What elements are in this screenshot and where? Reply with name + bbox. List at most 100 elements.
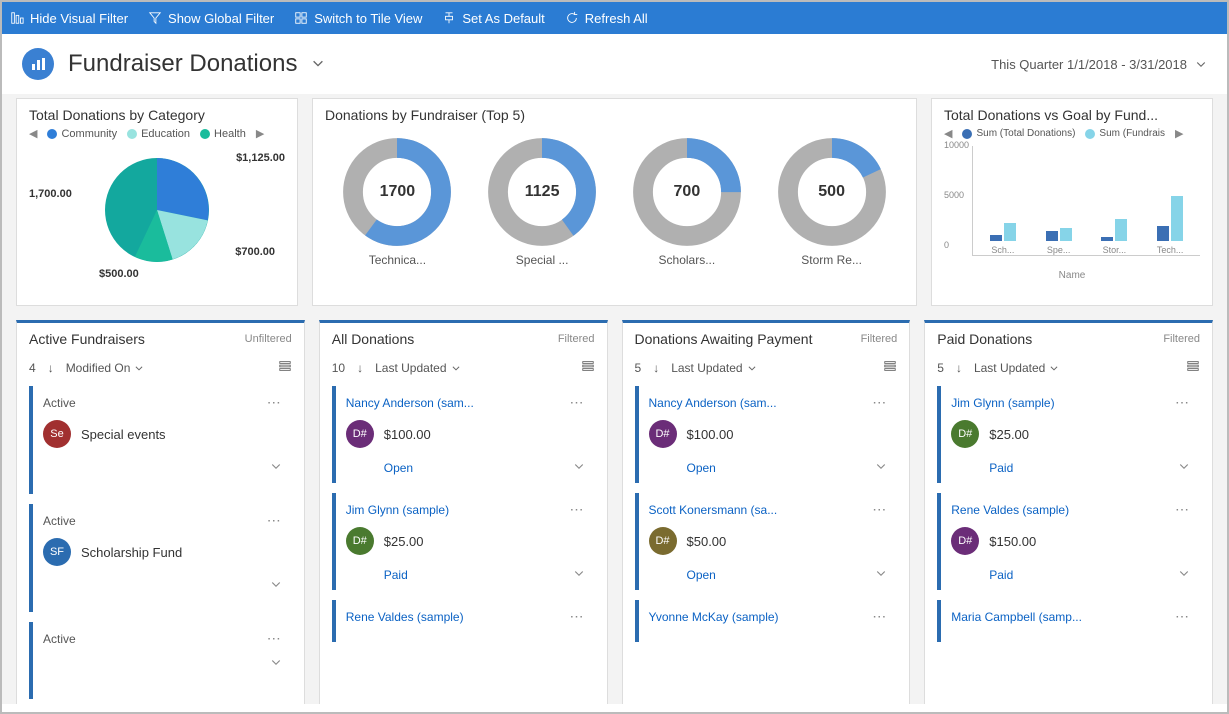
filter-state: Filtered (558, 333, 595, 345)
state-link[interactable]: Open (346, 461, 413, 475)
donor-link[interactable]: Rene Valdes (sample) (346, 610, 585, 624)
state-link[interactable]: Open (649, 568, 716, 582)
donor-link[interactable]: Yvonne McKay (sample) (649, 610, 888, 624)
card-donations-by-fundraiser[interactable]: Donations by Fundraiser (Top 5) 1700 Tec… (312, 98, 917, 306)
more-icon[interactable]: ⋯ (872, 608, 887, 625)
donut[interactable]: 1700 Technica... (342, 137, 452, 267)
date-range-picker[interactable]: This Quarter 1/1/2018 - 3/31/2018 (991, 57, 1207, 72)
sort-button[interactable]: Last Updated (974, 361, 1059, 375)
donor-link[interactable]: Jim Glynn (sample) (346, 503, 585, 517)
bar-chart: Sch... Spe... Stor... Tech... (972, 146, 1200, 256)
chevron-down-icon[interactable] (1178, 460, 1190, 475)
legend-prev[interactable]: ◀ (29, 127, 37, 140)
legend-next[interactable]: ▶ (1175, 127, 1183, 140)
card-title: Total Donations vs Goal by Fund... (944, 107, 1200, 123)
more-icon[interactable]: ⋯ (872, 394, 887, 411)
chevron-down-icon[interactable] (573, 460, 585, 475)
more-icon[interactable]: ⋯ (570, 394, 585, 411)
count: 5 (937, 361, 944, 375)
card-donations-by-category[interactable]: Total Donations by Category ◀ Community … (16, 98, 298, 306)
list-item[interactable]: ⋯ Yvonne McKay (sample) (635, 600, 896, 642)
list-item[interactable]: ⋯ Rene Valdes (sample) D# $150.00 Paid (937, 493, 1198, 590)
avatar: D# (649, 527, 677, 555)
bar-label: Sch... (991, 245, 1014, 255)
refresh-all-button[interactable]: Refresh All (565, 11, 648, 26)
legend-next[interactable]: ▶ (256, 127, 264, 140)
donut[interactable]: 500 Storm Re... (777, 137, 887, 267)
more-icon[interactable]: ⋯ (872, 501, 887, 518)
donut-value: 1700 (380, 183, 416, 201)
list-item[interactable]: ⋯ Maria Campbell (samp... (937, 600, 1198, 642)
state-link[interactable]: Paid (951, 461, 1013, 475)
sort-button[interactable]: Modified On (66, 361, 145, 375)
title-dropdown[interactable] (311, 56, 325, 73)
view-toggle-icon[interactable] (1186, 359, 1200, 376)
more-icon[interactable]: ⋯ (267, 630, 282, 647)
list-title: Active Fundraisers (29, 331, 145, 347)
more-icon[interactable]: ⋯ (570, 501, 585, 518)
more-icon[interactable]: ⋯ (570, 608, 585, 625)
chevron-down-icon[interactable] (875, 460, 887, 475)
chevron-down-icon[interactable] (270, 656, 282, 671)
tile-view-button[interactable]: Switch to Tile View (294, 11, 422, 26)
more-icon[interactable]: ⋯ (267, 512, 282, 529)
donut-caption: Scholars... (659, 253, 716, 267)
view-toggle-icon[interactable] (278, 359, 292, 376)
avatar: D# (649, 420, 677, 448)
donor-link[interactable]: Nancy Anderson (sam... (649, 396, 888, 410)
chevron-down-icon[interactable] (270, 578, 282, 593)
donut-value: 500 (818, 183, 845, 201)
more-icon[interactable]: ⋯ (1175, 394, 1190, 411)
show-global-filter-button[interactable]: Show Global Filter (148, 11, 274, 26)
list-item[interactable]: ⋯ Active Se Special events (29, 386, 290, 494)
sort-arrow-icon[interactable]: ↓ (956, 361, 962, 375)
sort-button[interactable]: Last Updated (671, 361, 756, 375)
list-item[interactable]: ⋯ Nancy Anderson (sam... D# $100.00 Open (635, 386, 896, 483)
more-icon[interactable]: ⋯ (1175, 608, 1190, 625)
sort-arrow-icon[interactable]: ↓ (48, 361, 54, 375)
list-item[interactable]: ⋯ Jim Glynn (sample) D# $25.00 Paid (332, 493, 593, 590)
bar-goal (1004, 223, 1016, 241)
count: 5 (635, 361, 642, 375)
fundraiser-name: Special events (81, 427, 166, 442)
bar-group: Stor... (1091, 151, 1139, 255)
legend-prev[interactable]: ◀ (944, 127, 952, 140)
view-toggle-icon[interactable] (581, 359, 595, 376)
card-donations-vs-goal[interactable]: Total Donations vs Goal by Fund... ◀ Sum… (931, 98, 1213, 306)
set-default-button[interactable]: Set As Default (442, 11, 544, 26)
donut[interactable]: 1125 Special ... (487, 137, 597, 267)
donut[interactable]: 700 Scholars... (632, 137, 742, 267)
label: Show Global Filter (168, 11, 274, 26)
bar-goal (1060, 228, 1072, 241)
list-item[interactable]: ⋯ Jim Glynn (sample) D# $25.00 Paid (937, 386, 1198, 483)
more-icon[interactable]: ⋯ (267, 394, 282, 411)
chevron-down-icon[interactable] (1178, 567, 1190, 582)
bar-goal (1115, 219, 1127, 242)
list-item[interactable]: ⋯ Scott Konersmann (sa... D# $50.00 Open (635, 493, 896, 590)
chevron-down-icon[interactable] (270, 460, 282, 475)
donor-link[interactable]: Nancy Anderson (sam... (346, 396, 585, 410)
sort-arrow-icon[interactable]: ↓ (357, 361, 363, 375)
bar-label: Stor... (1103, 245, 1127, 255)
more-icon[interactable]: ⋯ (1175, 501, 1190, 518)
chevron-down-icon[interactable] (875, 567, 887, 582)
donor-link[interactable]: Maria Campbell (samp... (951, 610, 1190, 624)
chevron-down-icon[interactable] (573, 567, 585, 582)
view-toggle-icon[interactable] (883, 359, 897, 376)
hide-visual-filter-button[interactable]: Hide Visual Filter (10, 11, 128, 26)
sort-button[interactable]: Last Updated (375, 361, 460, 375)
list-item[interactable]: ⋯ Active (29, 622, 290, 699)
list-item[interactable]: ⋯ Nancy Anderson (sam... D# $100.00 Open (332, 386, 593, 483)
state-link[interactable]: Paid (951, 568, 1013, 582)
donor-link[interactable]: Jim Glynn (sample) (951, 396, 1190, 410)
donor-link[interactable]: Rene Valdes (sample) (951, 503, 1190, 517)
list-card: All Donations Filtered 10 ↓ Last Updated… (319, 320, 608, 704)
state-link[interactable]: Open (649, 461, 716, 475)
state-link[interactable]: Paid (346, 568, 408, 582)
sort-arrow-icon[interactable]: ↓ (653, 361, 659, 375)
donut-value: 700 (674, 183, 701, 201)
list-item[interactable]: ⋯ Rene Valdes (sample) (332, 600, 593, 642)
amount: $50.00 (687, 534, 727, 549)
donor-link[interactable]: Scott Konersmann (sa... (649, 503, 888, 517)
list-item[interactable]: ⋯ Active SF Scholarship Fund (29, 504, 290, 612)
